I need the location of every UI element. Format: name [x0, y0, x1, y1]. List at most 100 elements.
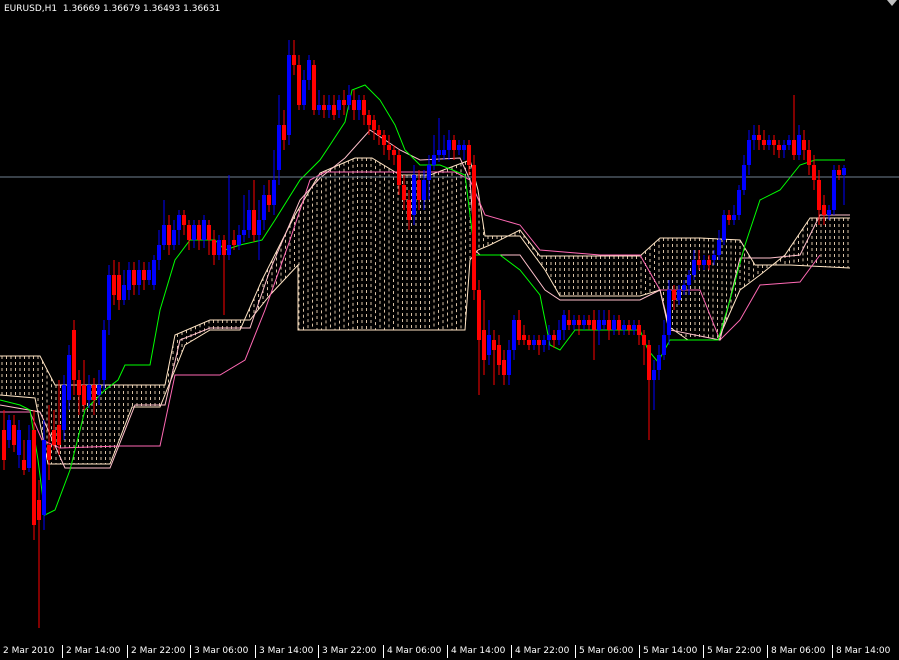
bull-candle — [242, 230, 246, 235]
bull-candle — [782, 145, 786, 150]
bull-candle — [597, 320, 601, 330]
bear-candle — [382, 135, 386, 145]
bear-candle — [212, 240, 216, 255]
bull-candle — [7, 420, 11, 440]
bull-candle — [507, 350, 511, 375]
bear-candle — [82, 385, 86, 405]
bear-candle — [397, 155, 401, 185]
bull-candle — [712, 255, 716, 260]
bear-candle — [377, 130, 381, 135]
bear-candle — [12, 425, 16, 445]
symbol-header: EURUSD,H1 1.36669 1.36679 1.36493 1.3663… — [4, 3, 220, 15]
bear-candle — [592, 320, 596, 330]
time-axis-label: 8 Mar 06:00 — [767, 645, 825, 658]
bull-candle — [147, 270, 151, 280]
bear-candle — [727, 215, 731, 220]
time-axis-label: 3 Mar 06:00 — [190, 645, 248, 658]
bull-candle — [427, 165, 431, 180]
time-axis-label: 8 Mar 14:00 — [832, 645, 890, 658]
bear-candle — [492, 340, 496, 350]
bull-candle — [787, 140, 791, 145]
ohlc-high: 1.36679 — [102, 4, 141, 14]
bull-candle — [422, 180, 426, 200]
bear-candle — [407, 200, 411, 220]
bull-candle — [97, 385, 101, 395]
bear-candle — [52, 430, 56, 445]
ohlc-low: 1.36493 — [143, 4, 181, 14]
bull-candle — [572, 320, 576, 325]
bear-candle — [47, 445, 51, 460]
bear-candle — [762, 140, 766, 145]
bull-candle — [632, 325, 636, 330]
bear-candle — [777, 145, 781, 150]
bull-candle — [257, 220, 261, 235]
bull-candle — [832, 170, 836, 210]
bull-candle — [162, 225, 166, 245]
bull-candle — [732, 215, 736, 220]
bear-candle — [22, 460, 26, 470]
bull-candle — [412, 175, 416, 215]
bull-candle — [152, 260, 156, 285]
bear-candle — [587, 320, 591, 325]
bull-candle — [42, 440, 46, 515]
bear-candle — [402, 185, 406, 200]
bear-candle — [527, 340, 531, 345]
bull-candle — [347, 95, 351, 105]
bear-candle — [132, 270, 136, 285]
bear-candle — [167, 225, 171, 245]
senkou-span-a-line — [0, 157, 850, 465]
chart-window[interactable]: EURUSD,H1 1.36669 1.36679 1.36493 1.3663… — [0, 0, 899, 660]
bear-candle — [77, 380, 81, 395]
bull-candle — [622, 325, 626, 330]
bull-candle — [432, 155, 436, 165]
bull-candle — [337, 100, 341, 110]
bear-candle — [607, 320, 611, 330]
bull-candle — [612, 320, 616, 330]
time-axis-label: 5 Mar 22:00 — [703, 645, 761, 658]
bull-candle — [717, 240, 721, 255]
bull-candle — [582, 320, 586, 325]
bull-candle — [317, 105, 321, 110]
bull-candle — [17, 430, 21, 455]
bull-candle — [217, 240, 221, 255]
bear-candle — [482, 330, 486, 360]
price-plot[interactable] — [0, 0, 899, 645]
bear-candle — [642, 335, 646, 345]
bear-candle — [297, 65, 301, 105]
bear-candle — [322, 105, 326, 110]
bull-candle — [652, 370, 656, 380]
time-axis-label: 3 Mar 14:00 — [255, 645, 313, 658]
bear-candle — [112, 275, 116, 295]
bull-candle — [172, 230, 176, 245]
bear-candle — [222, 240, 226, 255]
bear-candle — [332, 105, 336, 115]
bull-candle — [702, 260, 706, 265]
bear-candle — [802, 140, 806, 150]
bear-candle — [552, 335, 556, 340]
bull-candle — [272, 180, 276, 205]
bear-candle — [367, 115, 371, 125]
bull-candle — [27, 440, 31, 468]
bear-candle — [372, 120, 376, 130]
time-axis-label: 5 Mar 06:00 — [575, 645, 633, 658]
bull-candle — [277, 125, 281, 170]
triangle-down-icon[interactable] — [887, 0, 897, 6]
bear-candle — [72, 330, 76, 380]
bear-candle — [472, 165, 476, 290]
bear-candle — [672, 290, 676, 300]
bull-candle — [722, 215, 726, 240]
bull-candle — [457, 145, 461, 150]
time-axis: 2 Mar 2010 2 Mar 14:00 2 Mar 22:00 3 Mar 06… — [0, 645, 899, 660]
bull-candle — [487, 335, 491, 355]
bear-candle — [142, 270, 146, 280]
bear-candle — [292, 55, 296, 65]
bear-candle — [417, 180, 421, 200]
bull-candle — [87, 385, 91, 400]
bear-candle — [517, 320, 521, 340]
bull-candle — [137, 270, 141, 285]
bear-candle — [57, 425, 61, 445]
bull-candle — [287, 55, 291, 135]
bear-candle — [707, 260, 711, 265]
bear-candle — [117, 275, 121, 300]
bear-candle — [197, 225, 201, 240]
